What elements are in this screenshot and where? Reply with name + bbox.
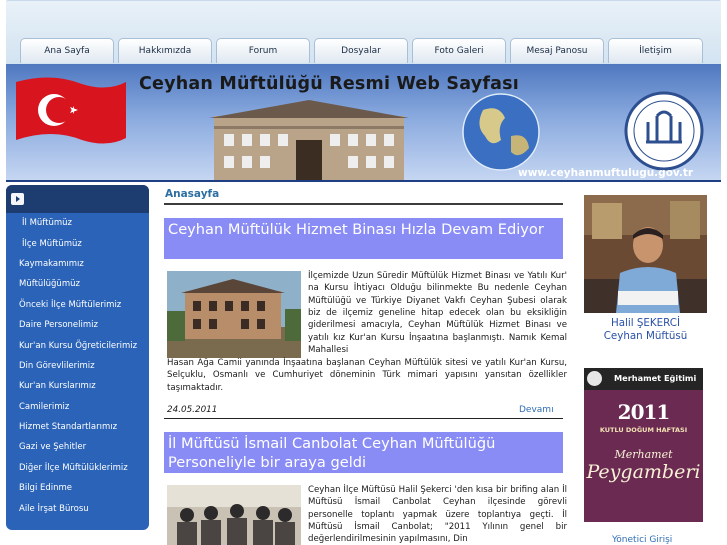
- banner-url: www.ceyhanmuftulugu.gov.tr: [518, 167, 694, 179]
- article-text-continued: Hasan Ağa Camii yanında İnşaatına başlan…: [167, 358, 567, 393]
- diyanet-logo-icon: [624, 91, 704, 171]
- article-text: Ceyhan İlçe Müftüsü Halil Şekerci 'den k…: [308, 485, 567, 545]
- promo-banner[interactable]: Merhamet Eğitimi 2011 KUTLU DOĞUM HAFTAS…: [584, 368, 703, 522]
- globe-icon: [462, 93, 540, 171]
- breadcrumb: Anasayfa: [165, 188, 220, 200]
- sidebar-item[interactable]: Diğer İlçe Müftülüklerimiz: [6, 458, 149, 478]
- article-date: 24.05.2011: [167, 405, 218, 415]
- nav-tab-mesaj-panosu[interactable]: Mesaj Panosu: [510, 38, 604, 63]
- sidebar-item[interactable]: Hizmet Standartlarımız: [6, 417, 149, 437]
- promo-script-line1: Merhamet: [614, 448, 673, 461]
- page: Ana Sayfa Hakkımızda Forum Dosyalar Foto…: [0, 0, 727, 545]
- sidebar-item[interactable]: Kur'an Kursu Öğreticilerimiz: [6, 335, 149, 355]
- sidebar-item[interactable]: Bilgi Edinme: [6, 478, 149, 498]
- nav-tab-dosyalar[interactable]: Dosyalar: [314, 38, 408, 63]
- turkish-flag-icon: [16, 77, 126, 144]
- article-text: İlçemizde Uzun Süredir Müftülük Hizmet B…: [308, 271, 567, 356]
- article-image-construction[interactable]: [167, 271, 301, 358]
- article-title[interactable]: Ceyhan Müftülük Hizmet Binası Hızla Deva…: [164, 218, 563, 259]
- building-image: [209, 100, 409, 180]
- article-title[interactable]: İl Müftüsü İsmail Canbolat Ceyhan Müftül…: [164, 432, 563, 473]
- read-more-link[interactable]: Devamı: [519, 405, 554, 415]
- sidebar-item[interactable]: Kur'an Kurslarımız: [6, 376, 149, 396]
- sidebar-item[interactable]: Gazi ve Şehitler: [6, 437, 149, 457]
- sidebar-item[interactable]: Aile İrşat Bürosu: [6, 498, 149, 518]
- mufti-photo: [584, 195, 707, 313]
- sidebar-item[interactable]: Camilerimiz: [6, 397, 149, 417]
- emblem-icon: [587, 371, 602, 386]
- main-nav: Ana Sayfa Hakkımızda Forum Dosyalar Foto…: [20, 38, 703, 63]
- article-image-meeting[interactable]: [167, 485, 301, 545]
- sidebar-menu: İl Müftümüz İlçe Müftümüz Kaymakamımız Müft…: [6, 213, 149, 519]
- nav-tab-foto-galeri[interactable]: Foto Galeri: [412, 38, 506, 63]
- breadcrumb-divider: [164, 203, 563, 205]
- promo-script-line2: Peygamberi: [586, 461, 701, 483]
- sidebar-item[interactable]: Din Görevlilerimiz: [6, 356, 149, 376]
- nav-tab-iletisim[interactable]: İletişim: [608, 38, 703, 63]
- admin-login-link[interactable]: Yönetici Girişi: [612, 535, 672, 545]
- mufti-title[interactable]: Ceyhan Müftüsü: [584, 330, 707, 342]
- nav-tab-ana-sayfa[interactable]: Ana Sayfa: [20, 38, 114, 63]
- sidebar: İl Müftümüz İlçe Müftümüz Kaymakamımız Müft…: [6, 185, 149, 530]
- banner-title: Ceyhan Müftülüğü Resmi Web Sayfası: [139, 74, 519, 94]
- sidebar-item[interactable]: İlçe Müftümüz: [6, 233, 149, 253]
- promo-header: Merhamet Eğitimi: [584, 368, 703, 390]
- mufti-name[interactable]: Halil ŞEKERCİ: [584, 316, 707, 330]
- sidebar-item[interactable]: Daire Personelimiz: [6, 315, 149, 335]
- promo-year: 2011: [617, 400, 671, 424]
- promo-header-label: Merhamet Eğitimi: [614, 373, 697, 383]
- nav-tab-forum[interactable]: Forum: [216, 38, 310, 63]
- promo-subtitle: KUTLU DOĞUM HAFTASI: [599, 426, 688, 434]
- nav-tab-hakkimizda[interactable]: Hakkımızda: [118, 38, 212, 63]
- article-divider: [164, 418, 563, 419]
- sidebar-item[interactable]: Önceki İlçe Müftülerimiz: [6, 295, 149, 315]
- header-banner: Ceyhan Müftülüğü Resmi Web Sayfası www.c…: [6, 64, 721, 182]
- sidebar-item[interactable]: İl Müftümüz: [6, 213, 149, 233]
- play-arrow-icon[interactable]: [11, 193, 24, 205]
- sidebar-item[interactable]: Kaymakamımız: [6, 254, 149, 274]
- sidebar-item[interactable]: Müftülüğümüz: [6, 274, 149, 294]
- sidebar-header: [6, 185, 149, 213]
